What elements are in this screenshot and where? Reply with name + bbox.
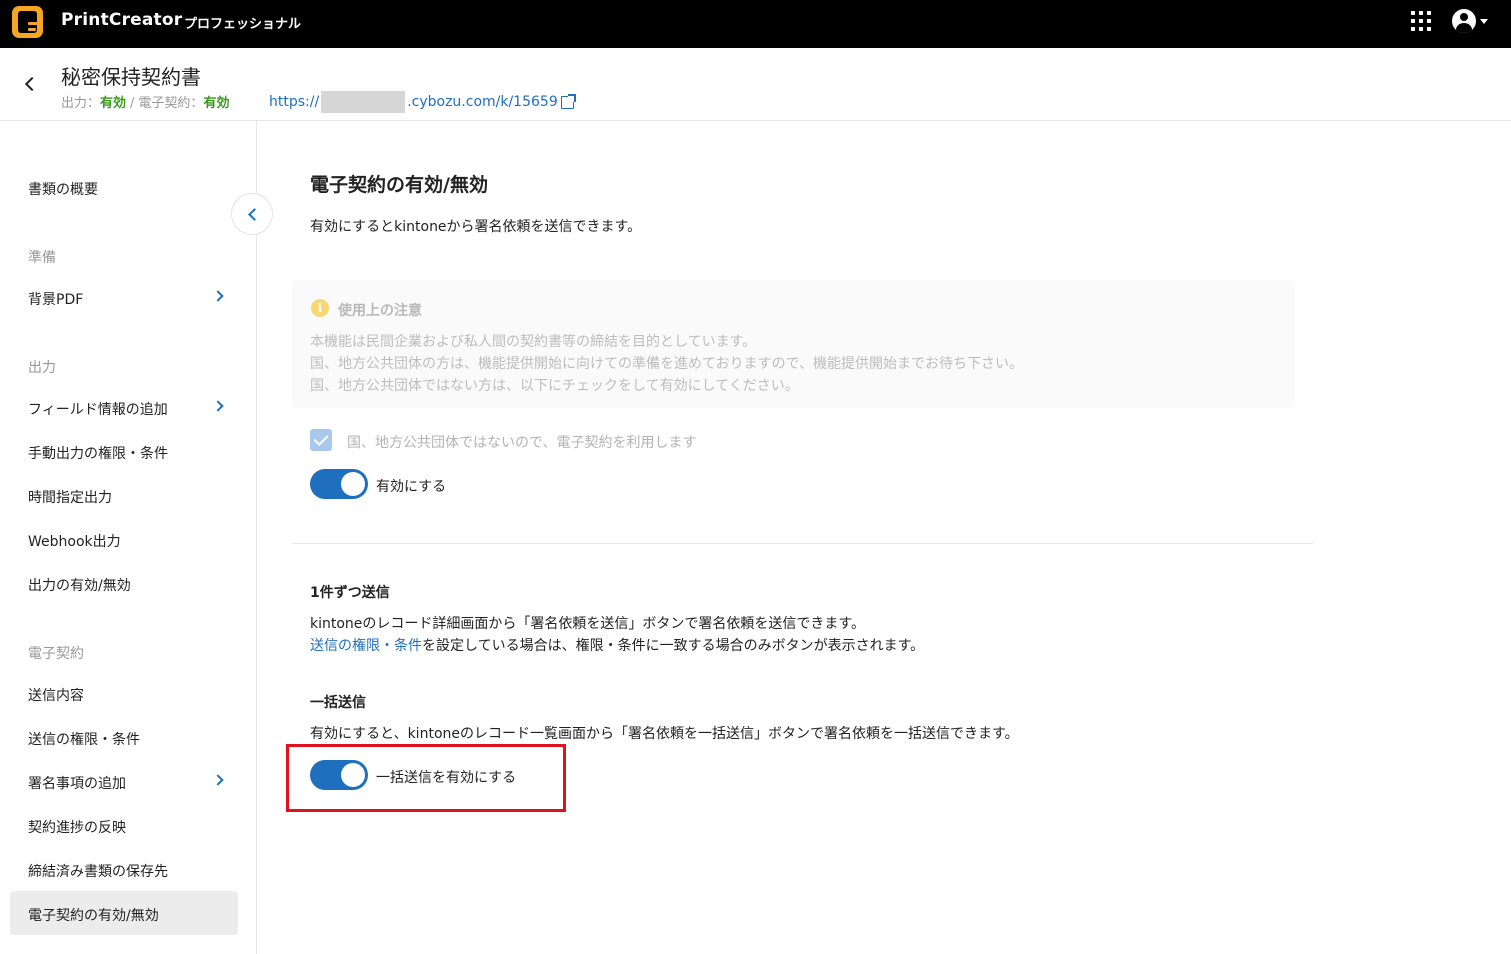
sidebar-item-overview[interactable]: 書類の概要 — [28, 179, 98, 199]
single-send-description: kintoneのレコード詳細画面から「署名依頼を送信」ボタンで署名依頼を送信でき… — [310, 616, 866, 632]
bulk-send-description: 有効にすると、kintoneのレコード一覧画面から「署名依頼を一括送信」ボタンで… — [310, 726, 1019, 742]
section-title: 電子契約の有効/無効 — [310, 174, 488, 196]
sidebar-item-econtract-toggle[interactable]: 電子契約の有効/無効 — [28, 905, 159, 925]
chevron-right-icon — [212, 400, 224, 412]
external-link-icon — [560, 93, 576, 109]
url-prefix: https:// — [269, 94, 320, 110]
back-button[interactable] — [18, 72, 42, 96]
sidebar-section-prep: 準備 — [28, 250, 56, 266]
sidebar-item-send-perm[interactable]: 送信の権限・条件 — [28, 729, 140, 749]
sidebar-item-add-signature[interactable]: 署名事項の追加 — [28, 773, 126, 793]
sidebar-item-background-pdf[interactable]: 背景PDF — [28, 289, 83, 309]
econtract-status-value: 有効 — [203, 96, 230, 111]
not-public-body-checkbox[interactable] — [310, 429, 332, 451]
kintone-app-link[interactable]: https:// .cybozu.com/k/15659 — [269, 91, 576, 113]
sidebar-item-reflect-progress[interactable]: 契約進捗の反映 — [28, 817, 126, 837]
status-separator: / — [130, 96, 135, 111]
single-send-title: 1件ずつ送信 — [310, 585, 390, 601]
sidebar-item-send-content[interactable]: 送信内容 — [28, 685, 84, 705]
sidebar-item-storage[interactable]: 締結済み書類の保存先 — [28, 861, 168, 881]
notice-line: 本機能は民間企業および私人間の契約書等の締結を目的としています。 — [310, 334, 757, 350]
section-description: 有効にするとkintoneから署名依頼を送信できます。 — [310, 219, 642, 235]
output-status-label: 出力： — [61, 96, 101, 111]
sidebar-item-output-toggle[interactable]: 出力の有効/無効 — [28, 575, 131, 595]
not-public-body-checkbox-label: 国、地方公共団体ではないので、電子契約を利用します — [347, 435, 697, 451]
single-send-note: 送信の権限・条件を設定している場合は、権限・条件に一致する場合のみボタンが表示さ… — [310, 635, 924, 655]
edition-label: プロフェッショナル — [184, 17, 302, 32]
sidebar-item-webhook-output[interactable]: Webhook出力 — [28, 531, 121, 551]
page-title: 秘密保持契約書 — [61, 65, 201, 89]
printcreator-logo-icon[interactable] — [12, 6, 43, 38]
info-icon: i — [311, 299, 329, 317]
bulk-send-title: 一括送信 — [310, 695, 366, 711]
chevron-right-icon — [212, 774, 224, 786]
notice-title: 使用上の注意 — [338, 303, 422, 319]
sidebar-item-scheduled-output[interactable]: 時間指定出力 — [28, 487, 112, 507]
sidebar-item-manual-output-perm[interactable]: 手動出力の権限・条件 — [28, 443, 168, 463]
notice-line: 国、地方公共団体ではない方は、以下にチェックをして有効にしてください。 — [310, 378, 799, 394]
enable-econtract-toggle[interactable] — [310, 469, 368, 499]
sidebar-collapse-button[interactable] — [231, 193, 273, 235]
account-icon[interactable] — [1452, 9, 1488, 35]
top-bar: PrintCreator プロフェッショナル — [0, 0, 1511, 48]
brand-name: PrintCreator — [61, 10, 183, 30]
status-line: 出力：有効 / 電子契約：有効 — [61, 92, 229, 111]
masked-subdomain — [321, 91, 406, 113]
send-perm-link[interactable]: 送信の権限・条件 — [310, 638, 422, 654]
enable-econtract-label: 有効にする — [376, 479, 447, 495]
econtract-status-label: 電子契約： — [138, 96, 204, 111]
notice-line: 国、地方公共団体の方は、機能提供開始に向けての準備を進めておりますので、機能提供… — [310, 356, 1024, 372]
url-suffix: .cybozu.com/k/15659 — [407, 94, 558, 110]
sidebar-section-output: 出力 — [28, 360, 56, 376]
sidebar: 書類の概要 準備 背景PDF 出力 フィールド情報の追加 手動出力の権限・条件 … — [0, 121, 257, 954]
sidebar-section-econtract: 電子契約 — [28, 646, 84, 662]
annotation-highlight-box — [286, 744, 566, 812]
apps-grid-icon[interactable] — [1411, 11, 1431, 31]
single-send-note-text: を設定している場合は、権限・条件に一致する場合のみボタンが表示されます。 — [422, 638, 925, 654]
section-divider — [292, 543, 1313, 544]
sidebar-item-add-field-info[interactable]: フィールド情報の追加 — [28, 399, 168, 419]
chevron-right-icon — [212, 290, 224, 302]
output-status-value: 有効 — [100, 96, 127, 111]
usage-notice: i 使用上の注意 本機能は民間企業および私人間の契約書等の締結を目的としています… — [292, 280, 1295, 408]
chevron-down-icon — [1480, 19, 1488, 24]
